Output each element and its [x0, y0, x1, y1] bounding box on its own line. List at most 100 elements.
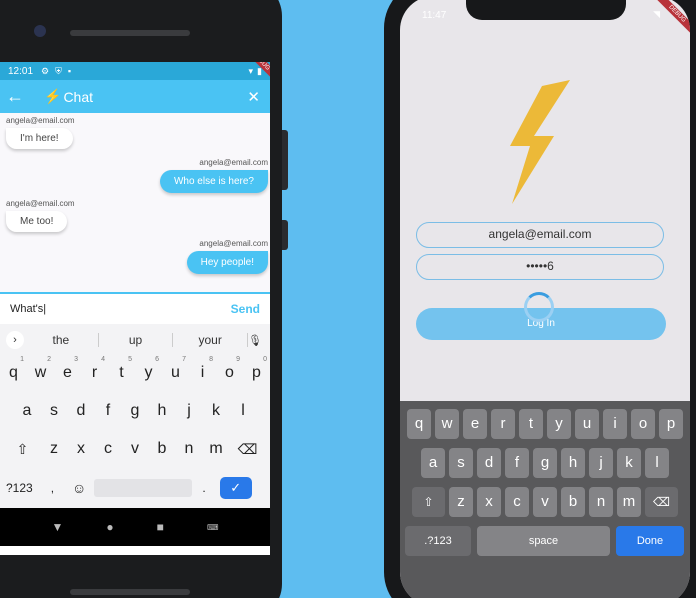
key[interactable]: l [645, 448, 669, 478]
chevron-right-icon[interactable]: › [6, 331, 24, 349]
key[interactable]: s [449, 448, 473, 478]
android-nav-bar: ▼ ● ■ ⌨ [0, 508, 270, 546]
emoji-icon[interactable]: ☺ [72, 480, 86, 496]
key-row-1: 1q 2w 3e 4r 5t 6y 7u 8i 9o 0p [0, 354, 270, 392]
comma-key[interactable]: , [51, 481, 54, 495]
key[interactable]: 6y [135, 356, 162, 382]
key[interactable]: h [149, 402, 176, 420]
period-key[interactable]: . [202, 481, 205, 495]
message-item: angela@email.com Who else is here? [159, 158, 268, 193]
key[interactable]: m [617, 487, 641, 517]
key[interactable]: z [449, 487, 473, 517]
symbols-key[interactable]: ?123 [6, 481, 33, 495]
email-field[interactable]: angela@email.com [416, 222, 664, 248]
key[interactable]: j [176, 402, 203, 420]
key[interactable]: h [561, 448, 585, 478]
key[interactable]: f [95, 402, 122, 420]
power-button [282, 220, 288, 250]
shift-icon[interactable]: ⇧ [5, 441, 41, 458]
message-bubble: Who else is here? [159, 170, 268, 193]
key[interactable]: l [230, 402, 257, 420]
suggestion-word[interactable]: your [173, 333, 249, 347]
android-phone: 12:01 ⚙ ⛨ ▪ ▾ ▮ ← ⚡ Chat ✕ DEBUG angela@… [0, 0, 288, 598]
key[interactable]: 9o [216, 356, 243, 382]
space-key[interactable] [94, 479, 193, 497]
key[interactable]: 3e [54, 356, 81, 382]
status-time: 11:47 [422, 10, 447, 21]
key[interactable]: k [617, 448, 641, 478]
android-status-bar: 12:01 ⚙ ⛨ ▪ ▾ ▮ [0, 62, 270, 80]
key[interactable]: x [477, 487, 501, 517]
bottom-speaker [70, 589, 190, 595]
back-arrow-icon[interactable]: ← [6, 86, 36, 107]
key[interactable]: g [533, 448, 557, 478]
key[interactable]: n [589, 487, 613, 517]
key[interactable]: p [659, 409, 683, 439]
key[interactable]: 8i [189, 356, 216, 382]
key[interactable]: e [463, 409, 487, 439]
message-input[interactable]: What's| [10, 303, 46, 315]
done-button[interactable]: Done [616, 526, 684, 556]
key[interactable]: k [203, 402, 230, 420]
key[interactable]: 5t [108, 356, 135, 382]
wifi-icon: ◥ [653, 9, 660, 19]
key[interactable]: j [589, 448, 613, 478]
numbers-key[interactable]: .?123 [405, 526, 471, 556]
send-button[interactable]: Send [231, 302, 260, 316]
recents-square-icon[interactable]: ■ [157, 520, 164, 534]
backspace-icon[interactable]: ⌫ [230, 441, 266, 458]
key[interactable]: n [176, 440, 203, 458]
settings-icon: ⚙ [41, 65, 50, 76]
key[interactable]: z [41, 440, 68, 458]
key[interactable]: d [477, 448, 501, 478]
key[interactable]: t [519, 409, 543, 439]
key[interactable]: 0p [243, 356, 270, 382]
key[interactable]: a [421, 448, 445, 478]
backspace-icon[interactable]: ⌫ [645, 487, 678, 517]
key[interactable]: m [203, 440, 230, 458]
key-row-1: q w e r t y u i o p [403, 409, 687, 439]
key[interactable]: i [603, 409, 627, 439]
key-row-bottom: ?123 , ☺ . ✓ [0, 468, 270, 508]
checkmark-icon[interactable]: ✓ [219, 477, 252, 499]
back-triangle-icon[interactable]: ▼ [52, 520, 64, 534]
key[interactable]: 7u [162, 356, 189, 382]
key[interactable]: c [505, 487, 529, 517]
keyboard-icon[interactable]: ⌨ [207, 523, 219, 532]
key-row-2: a s d f g h j k l [0, 392, 270, 430]
key[interactable]: a [14, 402, 41, 420]
key[interactable]: s [41, 402, 68, 420]
key[interactable]: b [149, 440, 176, 458]
key[interactable]: c [95, 440, 122, 458]
key[interactable]: d [68, 402, 95, 420]
message-bubble: Hey people! [186, 251, 268, 274]
message-sender: angela@email.com [199, 239, 268, 248]
key[interactable]: v [122, 440, 149, 458]
key[interactable]: u [575, 409, 599, 439]
shift-icon[interactable]: ⇧ [412, 487, 445, 517]
key[interactable]: r [491, 409, 515, 439]
key[interactable]: 1q [0, 356, 27, 382]
password-field[interactable]: •••••6 [416, 254, 664, 280]
key[interactable]: 2w [27, 356, 54, 382]
suggestion-word[interactable]: up [99, 333, 174, 347]
key[interactable]: q [407, 409, 431, 439]
key[interactable]: v [533, 487, 557, 517]
key[interactable]: 4r [81, 356, 108, 382]
key[interactable]: o [631, 409, 655, 439]
suggestion-word[interactable]: the [24, 333, 99, 347]
message-bubble: Me too! [6, 211, 68, 232]
space-key[interactable]: space [477, 526, 610, 556]
key[interactable]: y [547, 409, 571, 439]
close-icon[interactable]: ✕ [247, 88, 260, 106]
android-screen: 12:01 ⚙ ⛨ ▪ ▾ ▮ ← ⚡ Chat ✕ DEBUG angela@… [0, 62, 270, 555]
wifi-icon: ▾ [248, 65, 254, 76]
key[interactable]: x [68, 440, 95, 458]
microphone-icon[interactable]: 🎙 [248, 334, 264, 347]
home-circle-icon[interactable]: ● [106, 520, 113, 534]
message-item: angela@email.com Hey people! [186, 239, 268, 274]
key[interactable]: f [505, 448, 529, 478]
key[interactable]: w [435, 409, 459, 439]
key[interactable]: b [561, 487, 585, 517]
key[interactable]: g [122, 402, 149, 420]
